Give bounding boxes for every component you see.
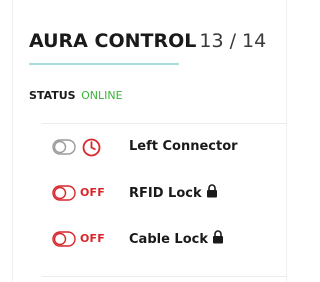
status-label: STATUS bbox=[29, 89, 76, 102]
lock-icon bbox=[212, 230, 223, 244]
aura-control-panel: AURA CONTROL 13 / 14 STATUS ONLINE Left C… bbox=[0, 0, 293, 282]
toggle-switch-rfid-lock[interactable] bbox=[52, 185, 82, 201]
switch-row-left-connector: Left Connector bbox=[52, 137, 282, 157]
toggle-off-icon bbox=[52, 231, 76, 247]
switch-label: RFID Lock bbox=[129, 186, 202, 201]
page-counter: 13 / 14 bbox=[199, 30, 267, 52]
switch-row-rfid-lock: OFF RFID Lock bbox=[52, 183, 282, 203]
title-underline bbox=[29, 63, 179, 65]
off-status-text: OFF bbox=[80, 186, 105, 199]
toggle-off-icon bbox=[52, 185, 76, 201]
toggle-neutral-icon bbox=[52, 139, 76, 155]
right-divider bbox=[286, 0, 287, 282]
toggle-switch-cable-lock[interactable] bbox=[52, 231, 82, 247]
left-divider bbox=[12, 0, 13, 282]
header: AURA CONTROL 13 / 14 bbox=[29, 29, 266, 54]
switch-label-wrap: Cable Lock bbox=[129, 230, 224, 249]
switch-label: Cable Lock bbox=[129, 232, 208, 247]
page-title: AURA CONTROL bbox=[29, 30, 197, 52]
off-status-text: OFF bbox=[80, 232, 105, 245]
status-value: ONLINE bbox=[81, 89, 123, 102]
switch-label-wrap: RFID Lock bbox=[129, 184, 218, 203]
section-divider-bottom bbox=[42, 276, 286, 277]
lock-icon bbox=[206, 184, 217, 198]
timer-icon[interactable] bbox=[82, 138, 101, 157]
switch-label: Left Connector bbox=[129, 139, 238, 154]
toggle-switch-left-connector[interactable] bbox=[52, 139, 82, 155]
section-divider bbox=[42, 123, 286, 124]
status-indicator: STATUS ONLINE bbox=[29, 89, 123, 103]
switch-row-cable-lock: OFF Cable Lock bbox=[52, 229, 282, 249]
